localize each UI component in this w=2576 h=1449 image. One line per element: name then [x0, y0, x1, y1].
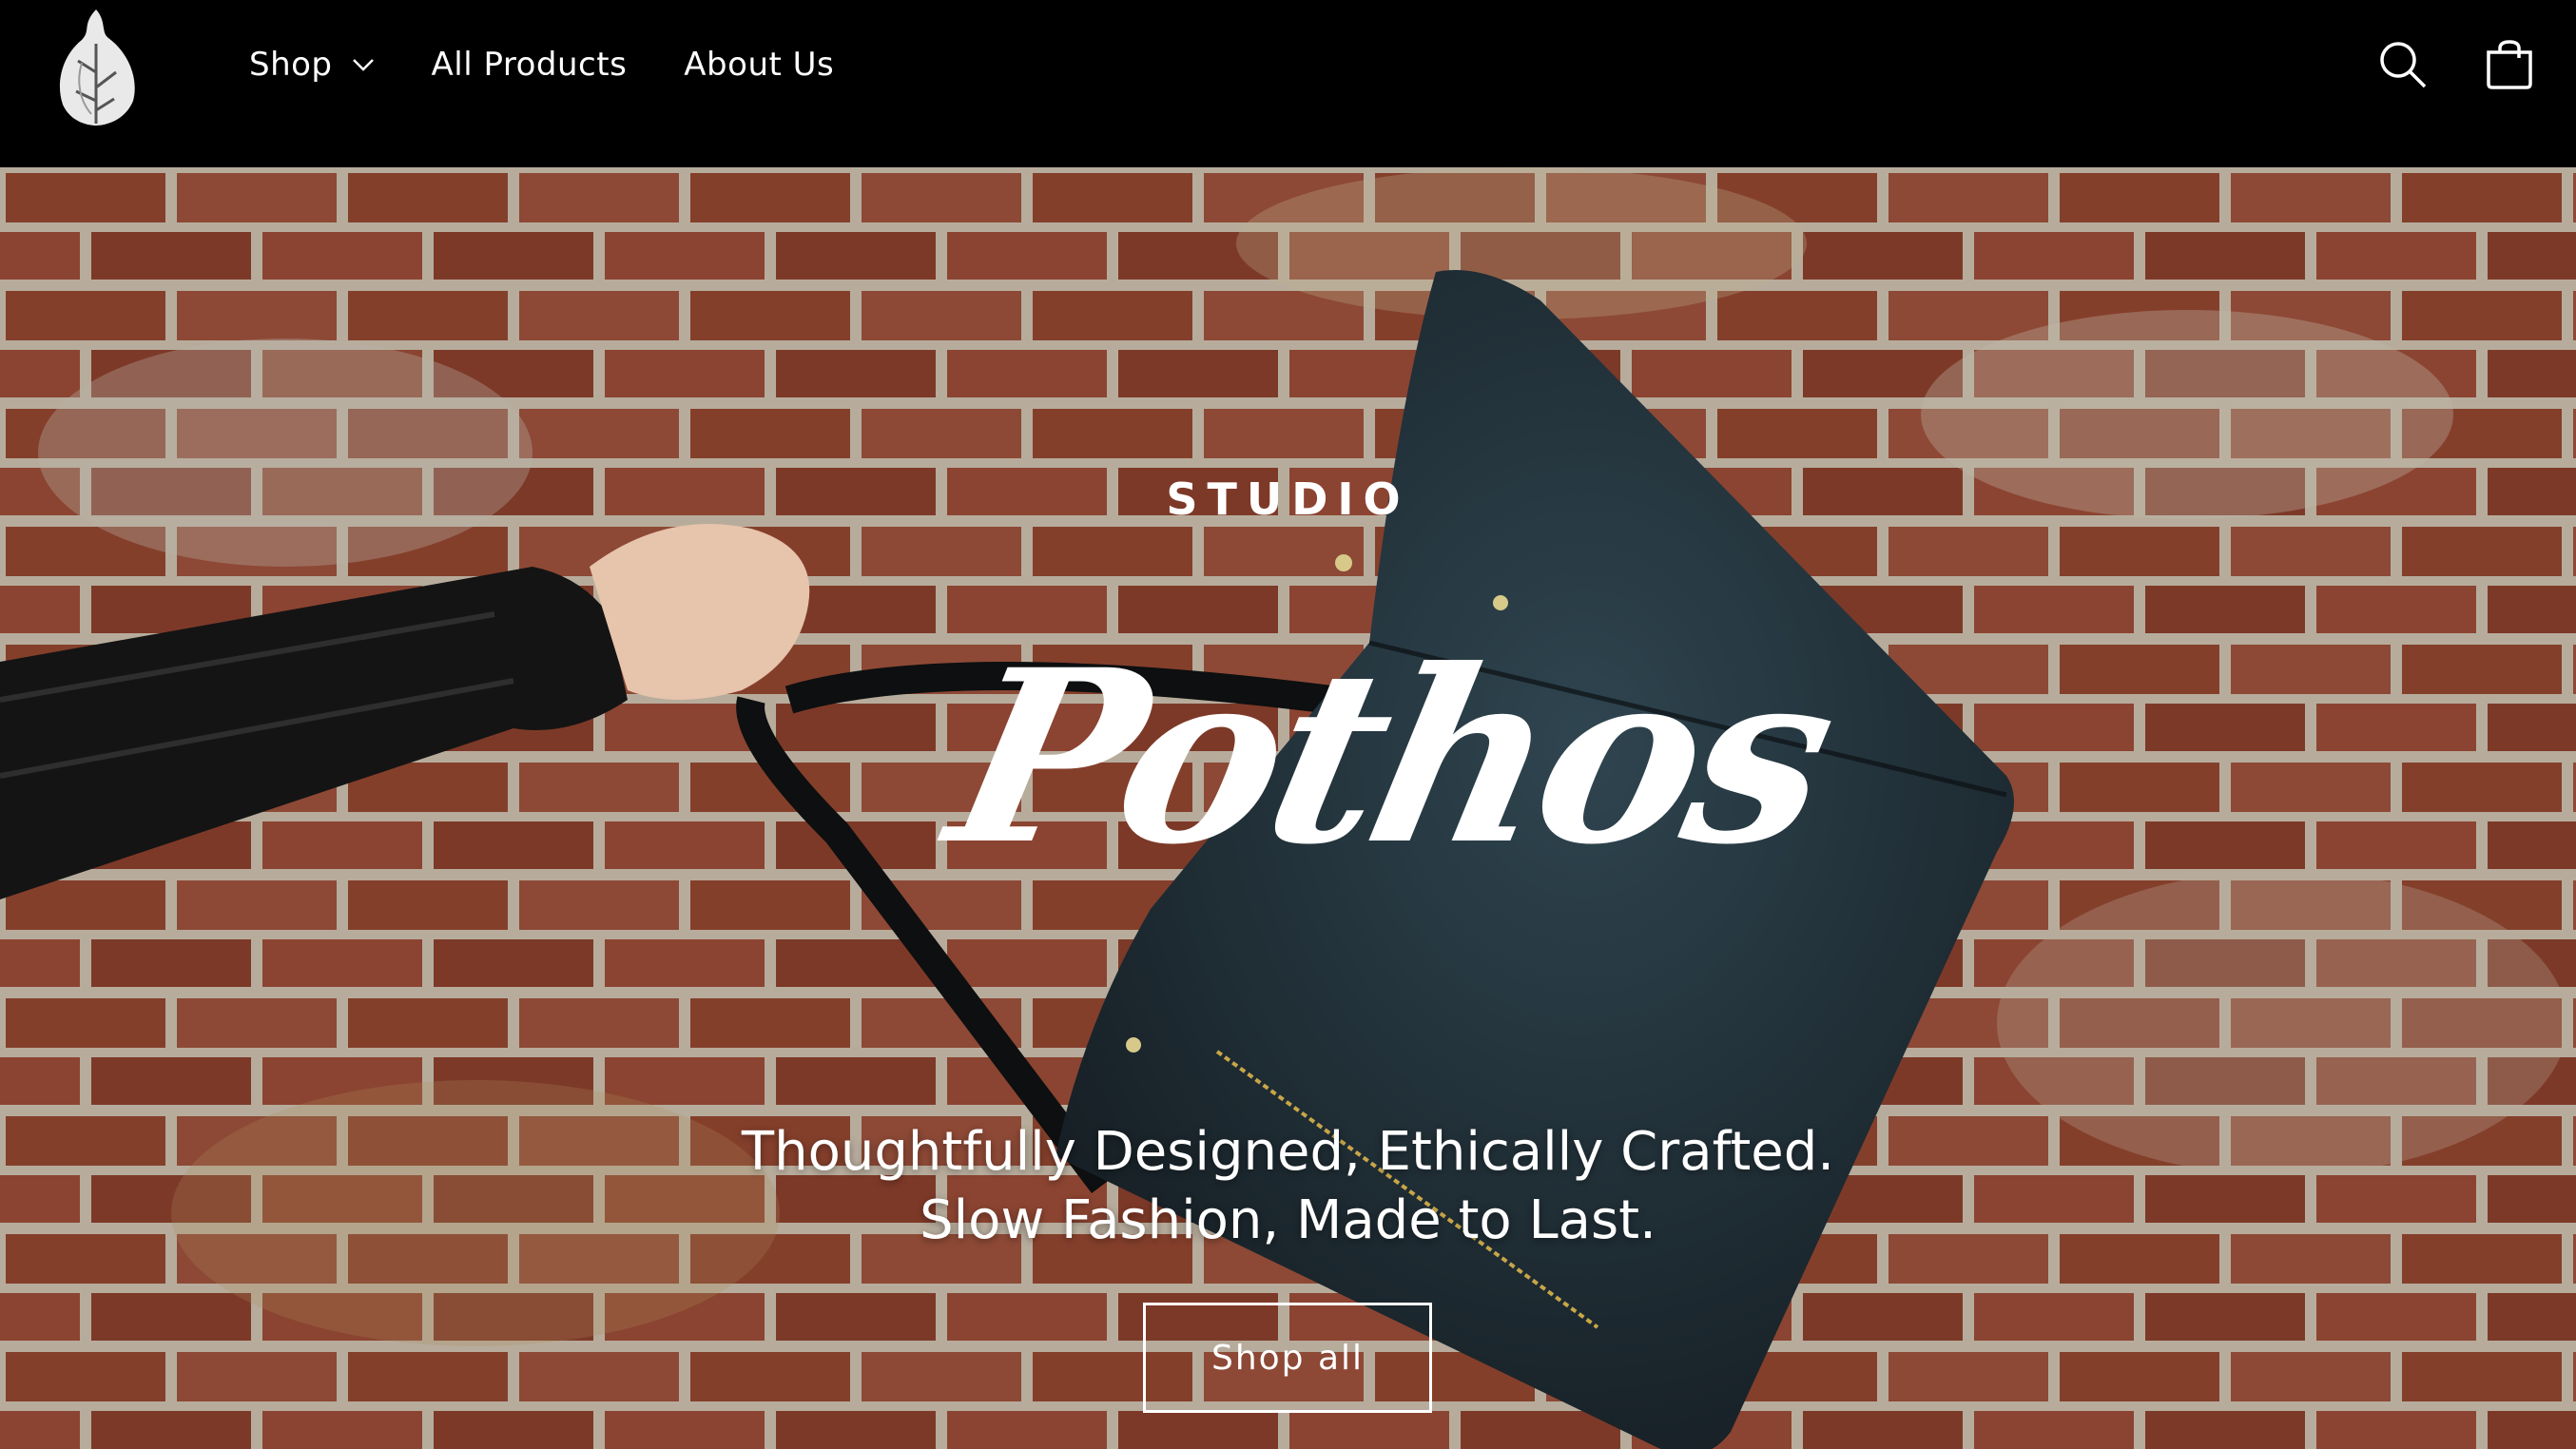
- brand-studio-text: STUDIO: [1166, 473, 1410, 525]
- brand-pothos-text: Pothos: [930, 617, 1851, 897]
- nav-about-us-label: About Us: [684, 46, 835, 84]
- hero-banner: STUDIO Pothos Thoughtfully Designed, Eth…: [0, 167, 2576, 1449]
- main-nav: Shop All Products About Us: [249, 0, 891, 129]
- cart-icon[interactable]: [2481, 36, 2538, 93]
- nav-shop-label: Shop: [249, 46, 333, 84]
- nav-about-us[interactable]: About Us: [684, 46, 834, 84]
- brand-logo: Pothos: [931, 557, 1850, 995]
- nav-shop[interactable]: Shop: [249, 46, 375, 84]
- hero-tagline: Thoughtfully Designed, Ethically Crafted…: [0, 1118, 2576, 1255]
- chevron-down-icon: [352, 59, 374, 71]
- header-actions: [2325, 36, 2538, 93]
- shop-all-button[interactable]: Shop all: [1143, 1303, 1432, 1413]
- site-header: Shop All Products About Us: [0, 0, 2576, 167]
- tagline-line-2: Slow Fashion, Made to Last.: [920, 1189, 1656, 1251]
- nav-all-products[interactable]: All Products: [432, 46, 628, 84]
- nav-all-products-label: All Products: [431, 46, 628, 84]
- shop-all-label: Shop all: [1211, 1338, 1365, 1378]
- search-icon[interactable]: [2374, 36, 2431, 93]
- leaf-logo-icon[interactable]: [53, 6, 139, 127]
- tagline-line-1: Thoughtfully Designed, Ethically Crafted…: [741, 1121, 1835, 1183]
